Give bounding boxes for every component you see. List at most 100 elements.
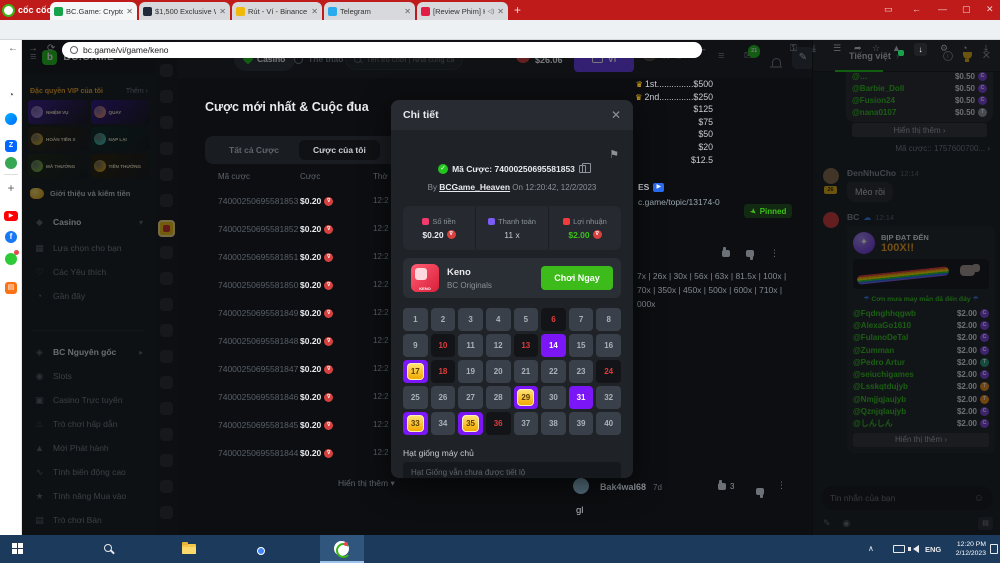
table-row[interactable]: 74000250695581848$0.20∇12:2 [0,336,430,364]
keno-tile-6[interactable]: 6 [541,308,566,331]
add-shortcut-icon[interactable]: + [0,181,22,195]
nav-back-icon[interactable]: ← [8,44,18,54]
video-play-icon[interactable]: ▶ [653,183,664,192]
browser-tab[interactable]: Rút - Ví - Binance✕ [232,2,322,20]
keno-tile-29[interactable]: 29 [514,386,539,409]
volume-icon[interactable] [913,545,919,553]
keno-tile-36[interactable]: 36 [486,412,511,435]
capture-icon[interactable]: ▭ [884,4,893,15]
keno-tile-9[interactable]: 9 [403,334,428,357]
keno-tile-19[interactable]: 19 [458,360,483,383]
browser-tab[interactable]: BC.Game: Crypto Casino Gan✕ [50,2,137,20]
bookmark-star-icon[interactable]: ☆ [872,43,880,54]
nav-reload-icon[interactable]: ⟳ [47,44,55,54]
app-green-icon[interactable] [5,252,17,270]
keno-tile-40[interactable]: 40 [596,412,621,435]
keno-tile-3[interactable]: 3 [458,308,483,331]
keno-tile-18[interactable]: 18 [431,360,456,383]
extensions-icon[interactable]: ⚙ [940,43,948,54]
zalo-icon[interactable]: Z [5,134,17,152]
share-icon[interactable]: ➦ [854,43,862,54]
coccoc-icon[interactable] [334,541,349,556]
keno-tile-37[interactable]: 37 [514,412,539,435]
keno-tile-14[interactable]: 14 [541,334,566,357]
keno-tile-35[interactable]: 35 [458,412,483,435]
back-sync-icon[interactable]: ← [912,4,921,14]
bet-author-link[interactable]: BCGame_Heaven [439,182,510,192]
table-row[interactable]: 74000250695581851$0.20∇12:2 [0,252,430,280]
taskbar-search-icon[interactable] [104,544,112,552]
taskbar-clock[interactable]: 12:20 PM 2/12/2023 [946,541,986,558]
table-row[interactable]: 74000250695581849$0.20∇12:2 [0,308,430,336]
keno-tile-34[interactable]: 34 [431,412,456,435]
nav-forward-icon[interactable]: → [28,44,38,54]
keno-tile-7[interactable]: 7 [569,308,594,331]
keno-tile-12[interactable]: 12 [486,334,511,357]
keno-tile-32[interactable]: 32 [596,386,621,409]
keno-tile-30[interactable]: 30 [541,386,566,409]
table-row[interactable]: 74000250695581846$0.20∇12:2 [0,392,430,420]
browser-tab[interactable]: $1,500 Exclusive Weekend K✕ [139,2,230,20]
keno-tile-22[interactable]: 22 [541,360,566,383]
keno-tile-20[interactable]: 20 [486,360,511,383]
keno-tile-27[interactable]: 27 [458,386,483,409]
browser-tab[interactable]: Telegram✕ [324,2,415,20]
action-center-icon[interactable] [990,544,998,554]
dislike-icon[interactable] [746,250,754,257]
table-row[interactable]: 74000250695581850$0.20∇12:2 [0,280,430,308]
history-icon[interactable]: ◔ [0,90,22,101]
keno-tile-17[interactable]: 17 [403,360,428,383]
topic-link[interactable]: c.game/topic/13174-0 [638,197,720,207]
start-button-icon[interactable] [12,543,24,555]
youtube-icon[interactable]: ▶ [4,204,18,222]
messenger-icon[interactable] [5,112,17,130]
server-seed-value[interactable]: Hạt Giống vẫn chưa được tiết lộ [403,462,621,478]
table-row[interactable]: 74000250695581852$0.20∇12:2 [0,224,430,252]
tab-close-icon[interactable]: ✕ [311,7,318,16]
table-row[interactable]: 74000250695581853$0.20∇12:2 [0,196,430,224]
keno-tile-33[interactable]: 33 [403,412,428,435]
table-row[interactable]: 74000250695581847$0.20∇12:2 [0,364,430,392]
keno-tile-26[interactable]: 26 [431,386,456,409]
download-extension-icon[interactable]: ↓ [914,43,927,56]
tab-close-icon[interactable]: ✕ [404,7,411,16]
modal-close-icon[interactable]: ✕ [611,108,621,122]
profile-icon[interactable]: ◔ [962,43,967,53]
url-field[interactable]: bc.game/vi/game/keno [62,42,702,58]
facebook-icon[interactable]: f [5,226,17,244]
keno-tile-11[interactable]: 11 [458,334,483,357]
keno-tile-39[interactable]: 39 [569,412,594,435]
keno-tile-10[interactable]: 10 [431,334,456,357]
more-options-icon[interactable]: ⋮ [777,480,786,491]
window-minimize-button[interactable]: — [938,4,947,14]
keno-tile-1[interactable]: 1 [403,308,428,331]
network-icon[interactable] [893,545,905,553]
keno-tile-16[interactable]: 16 [596,334,621,357]
table-row[interactable]: 74000250695581845$0.20∇12:2 [0,420,430,448]
adblock-shield-icon[interactable]: ▲ [892,43,901,53]
site-identity-icon[interactable] [70,46,78,54]
tab-close-icon[interactable]: ✕ [219,7,226,16]
keno-tile-23[interactable]: 23 [569,360,594,383]
browser-tab[interactable]: [Review Phim] HÀO QUA◁)✕ [417,2,508,20]
keno-tile-25[interactable]: 25 [403,386,428,409]
games-icon[interactable] [5,156,17,174]
key-icon[interactable]: ⚿ [790,43,797,54]
bets-show-more[interactable]: Hiển thị thêm ▾ [338,478,395,489]
dislike-icon[interactable] [756,488,764,495]
keno-tile-2[interactable]: 2 [431,308,456,331]
new-tab-button[interactable]: + [514,3,521,17]
translate-icon[interactable]: ☰ [833,43,841,54]
tray-expand-icon[interactable]: ∧ [868,544,874,553]
keno-tile-38[interactable]: 38 [541,412,566,435]
copy-icon[interactable] [579,165,586,173]
play-now-button[interactable]: Chơi Ngay [541,266,613,290]
shopping-icon[interactable]: ▤ [5,276,17,294]
file-explorer-icon[interactable] [182,544,196,554]
downloads-icon[interactable]: ⤓ [984,43,988,54]
window-close-button[interactable]: ✕ [986,4,994,15]
more-options-icon[interactable]: ⋮ [770,248,779,259]
keno-tile-4[interactable]: 4 [486,308,511,331]
like-icon[interactable] [722,250,730,257]
keno-tile-31[interactable]: 31 [569,386,594,409]
